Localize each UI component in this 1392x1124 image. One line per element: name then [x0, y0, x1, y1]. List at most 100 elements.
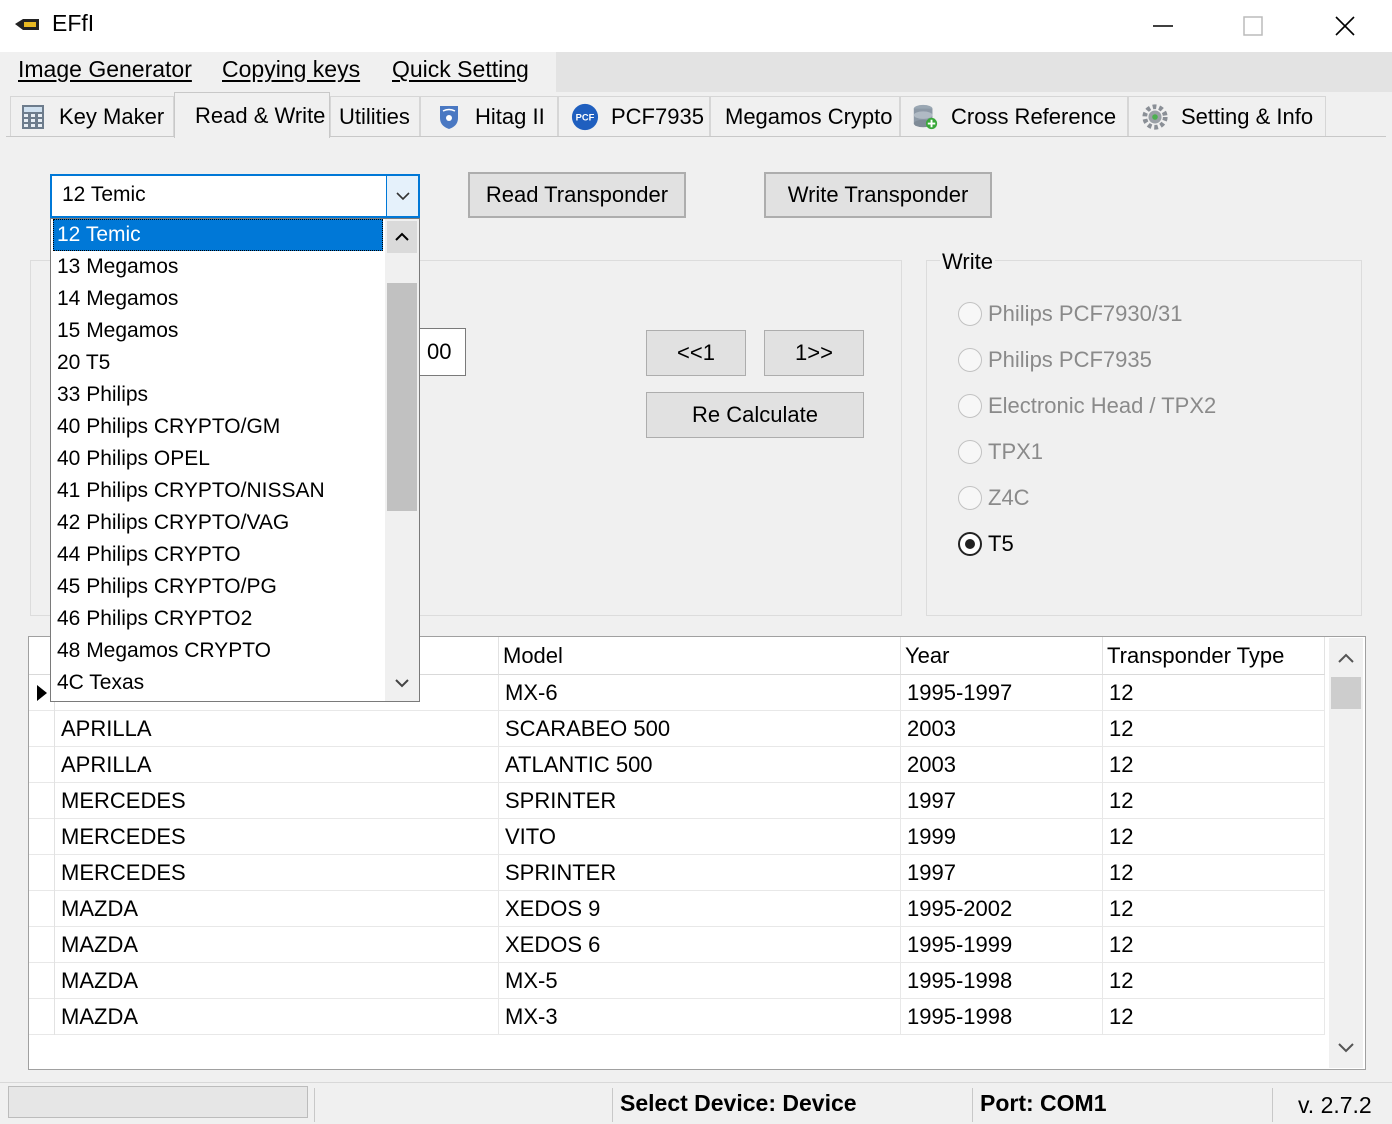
dropdown-option[interactable]: 44 Philips CRYPTO [53, 539, 383, 571]
close-button[interactable] [1300, 0, 1390, 52]
radio-tpx1[interactable]: TPX1 [958, 437, 1043, 467]
cell-make: APRILLA [55, 747, 499, 783]
table-row[interactable]: MERCEDES SPRINTER 1997 12 [29, 855, 1325, 891]
radio-z4c[interactable]: Z4C [958, 483, 1030, 513]
dropdown-scroll-up-button[interactable] [387, 221, 417, 253]
table-row[interactable]: APRILLA ATLANTIC 500 2003 12 [29, 747, 1325, 783]
table-row[interactable]: APRILLA SCARABEO 500 2003 12 [29, 711, 1325, 747]
dropdown-scroll-thumb[interactable] [387, 283, 417, 511]
dropdown-option[interactable]: 48 Megamos CRYPTO [53, 635, 383, 667]
column-header-year[interactable]: Year [901, 637, 1103, 675]
cell-transponder-type: 12 [1103, 963, 1325, 999]
radio-circle [958, 302, 982, 326]
cell-model: VITO [499, 819, 901, 855]
status-separator [314, 1088, 315, 1122]
radio-pcf7935[interactable]: Philips PCF7935 [958, 345, 1152, 375]
previous-button[interactable]: <<1 [646, 330, 746, 376]
cell-model: XEDOS 6 [499, 927, 901, 963]
tab-label: PCF7935 [611, 103, 704, 129]
radio-electronic-head-tpx2[interactable]: Electronic Head / TPX2 [958, 391, 1216, 421]
status-device: Select Device: Device [620, 1090, 857, 1116]
tab-cross-reference[interactable]: Cross Reference [900, 96, 1128, 136]
transponder-type-combobox[interactable]: 12 Temic [50, 174, 420, 218]
recalculate-button[interactable]: Re Calculate [646, 392, 864, 438]
dropdown-option[interactable]: 4C Texas [53, 667, 383, 699]
table-row[interactable]: MAZDA MX-3 1995-1998 12 [29, 999, 1325, 1035]
row-header [29, 927, 55, 963]
cell-transponder-type: 12 [1103, 675, 1325, 711]
maximize-button[interactable] [1208, 0, 1298, 52]
grid-scroll-thumb[interactable] [1331, 677, 1361, 709]
cell-transponder-type: 12 [1103, 999, 1325, 1035]
cell-year: 1995-1999 [901, 927, 1103, 963]
radio-pcf7930-31[interactable]: Philips PCF7930/31 [958, 299, 1182, 329]
tab-key-maker[interactable]: Key Maker [10, 96, 174, 136]
dropdown-option[interactable]: 41 Philips CRYPTO/NISSAN [53, 475, 383, 507]
write-group-legend: Write [940, 249, 995, 275]
column-header-transponder-type[interactable]: Transponder Type [1103, 637, 1325, 675]
tab-label: Utilities [339, 103, 410, 129]
table-row[interactable]: MERCEDES VITO 1999 12 [29, 819, 1325, 855]
radio-t5[interactable]: T5 [958, 529, 1014, 559]
table-row[interactable]: MAZDA XEDOS 6 1995-1999 12 [29, 927, 1325, 963]
status-separator [972, 1088, 973, 1122]
cell-transponder-type: 12 [1103, 891, 1325, 927]
status-version: v. 2.7.2 [1298, 1092, 1372, 1118]
status-port: Port: COM1 [980, 1090, 1107, 1116]
dropdown-scroll-down-button[interactable] [387, 667, 417, 699]
cell-make: APRILLA [55, 711, 499, 747]
read-transponder-button[interactable]: Read Transponder [468, 172, 686, 218]
tab-utilities[interactable]: Utilities [330, 96, 420, 136]
dropdown-option[interactable]: 13 Megamos [53, 251, 383, 283]
value-field[interactable]: 00 [412, 328, 466, 376]
dropdown-option[interactable]: 40 Philips CRYPTO/GM [53, 411, 383, 443]
next-button[interactable]: 1>> [764, 330, 864, 376]
row-header [29, 747, 55, 783]
dropdown-option[interactable]: 46 Philips CRYPTO2 [53, 603, 383, 635]
dropdown-option[interactable]: 14 Megamos [53, 283, 383, 315]
status-separator [612, 1088, 613, 1122]
dropdown-option[interactable]: 45 Philips CRYPTO/PG [53, 571, 383, 603]
tab-label: Cross Reference [951, 103, 1117, 129]
minimize-button[interactable] [1118, 0, 1208, 52]
cell-make: MAZDA [55, 963, 499, 999]
cell-model: MX-3 [499, 999, 901, 1035]
radio-label: TPX1 [988, 439, 1044, 464]
cell-model: SPRINTER [499, 855, 901, 891]
scroll-down-icon[interactable] [1335, 1037, 1357, 1059]
table-row[interactable]: MAZDA MX-5 1995-1998 12 [29, 963, 1325, 999]
menu-quick-setting[interactable]: Quick Setting [392, 56, 529, 83]
dropdown-option[interactable]: 42 Philips CRYPTO/VAG [53, 507, 383, 539]
radio-label: Philips PCF7930/31 [988, 301, 1183, 326]
minimize-icon [1153, 25, 1173, 27]
status-separator [1272, 1088, 1273, 1122]
cell-make: MAZDA [55, 999, 499, 1035]
dropdown-option[interactable]: 40 Philips OPEL [53, 443, 383, 475]
table-row[interactable]: MAZDA XEDOS 9 1995-2002 12 [29, 891, 1325, 927]
tab-megamos-crypto[interactable]: Megamos Crypto [710, 96, 900, 136]
scroll-up-icon[interactable] [1335, 647, 1357, 669]
menu-image-generator[interactable]: Image Generator [18, 56, 192, 83]
tab-hitag-ii[interactable]: Hitag II [420, 96, 558, 136]
dropdown-option[interactable]: 20 T5 [53, 347, 383, 379]
combobox-dropdown-button[interactable] [386, 176, 418, 216]
column-header-model[interactable]: Model [499, 637, 901, 675]
tab-setting-info[interactable]: Setting & Info [1128, 96, 1326, 136]
dropdown-option[interactable]: 33 Philips [53, 379, 383, 411]
cell-make: MERCEDES [55, 855, 499, 891]
tab-pcf7935[interactable]: PCF PCF7935 [558, 96, 710, 136]
table-row[interactable]: MERCEDES SPRINTER 1997 12 [29, 783, 1325, 819]
dropdown-option[interactable]: 15 Megamos [53, 315, 383, 347]
dropdown-option[interactable]: 12 Temic [53, 219, 383, 251]
radio-circle [958, 394, 982, 418]
menu-copying-keys[interactable]: Copying keys [222, 56, 360, 83]
write-transponder-button[interactable]: Write Transponder [764, 172, 992, 218]
cell-year: 1995-1998 [901, 999, 1103, 1035]
tab-read-write[interactable]: Read & Write [174, 92, 330, 138]
cell-year: 1995-1998 [901, 963, 1103, 999]
transponder-dropdown-list[interactable]: 12 Temic 13 Megamos 14 Megamos 15 Megamo… [50, 218, 420, 702]
radio-circle [958, 440, 982, 464]
app-logo-icon [15, 19, 39, 30]
cell-make: MAZDA [55, 927, 499, 963]
maximize-icon [1243, 16, 1263, 36]
